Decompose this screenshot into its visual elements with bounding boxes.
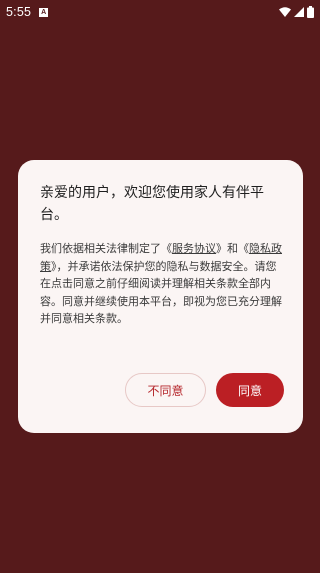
wifi-icon bbox=[279, 7, 291, 17]
body-text-2: 》和《 bbox=[216, 242, 249, 255]
battery-icon bbox=[307, 6, 314, 18]
privacy-consent-dialog: 亲爱的用户，欢迎您使用家人有伴平台。 我们依据相关法律制定了《服务协议》和《隐私… bbox=[18, 160, 303, 433]
notification-icon: A bbox=[39, 7, 49, 17]
dialog-actions: 不同意 同意 bbox=[125, 373, 284, 407]
status-icons bbox=[279, 6, 314, 18]
dialog-title: 亲爱的用户，欢迎您使用家人有伴平台。 bbox=[40, 185, 264, 223]
agree-button[interactable]: 同意 bbox=[216, 373, 284, 407]
body-text-1: 我们依据相关法律制定了《 bbox=[40, 242, 172, 255]
service-agreement-link[interactable]: 服务协议 bbox=[172, 242, 216, 255]
decline-button[interactable]: 不同意 bbox=[125, 373, 206, 407]
signal-icon bbox=[294, 7, 304, 17]
body-text-3: 》，并承诺依法保护您的隐私与数据安全。请您在点击同意之前仔细阅读并理解相关条款全… bbox=[40, 259, 282, 326]
status-bar: 5:55 A bbox=[0, 0, 320, 24]
status-time: 5:55 bbox=[6, 5, 32, 19]
dialog-body: 我们依据相关法律制定了《服务协议》和《隐私政策》，并承诺依法保护您的隐私与数据安… bbox=[40, 240, 286, 328]
